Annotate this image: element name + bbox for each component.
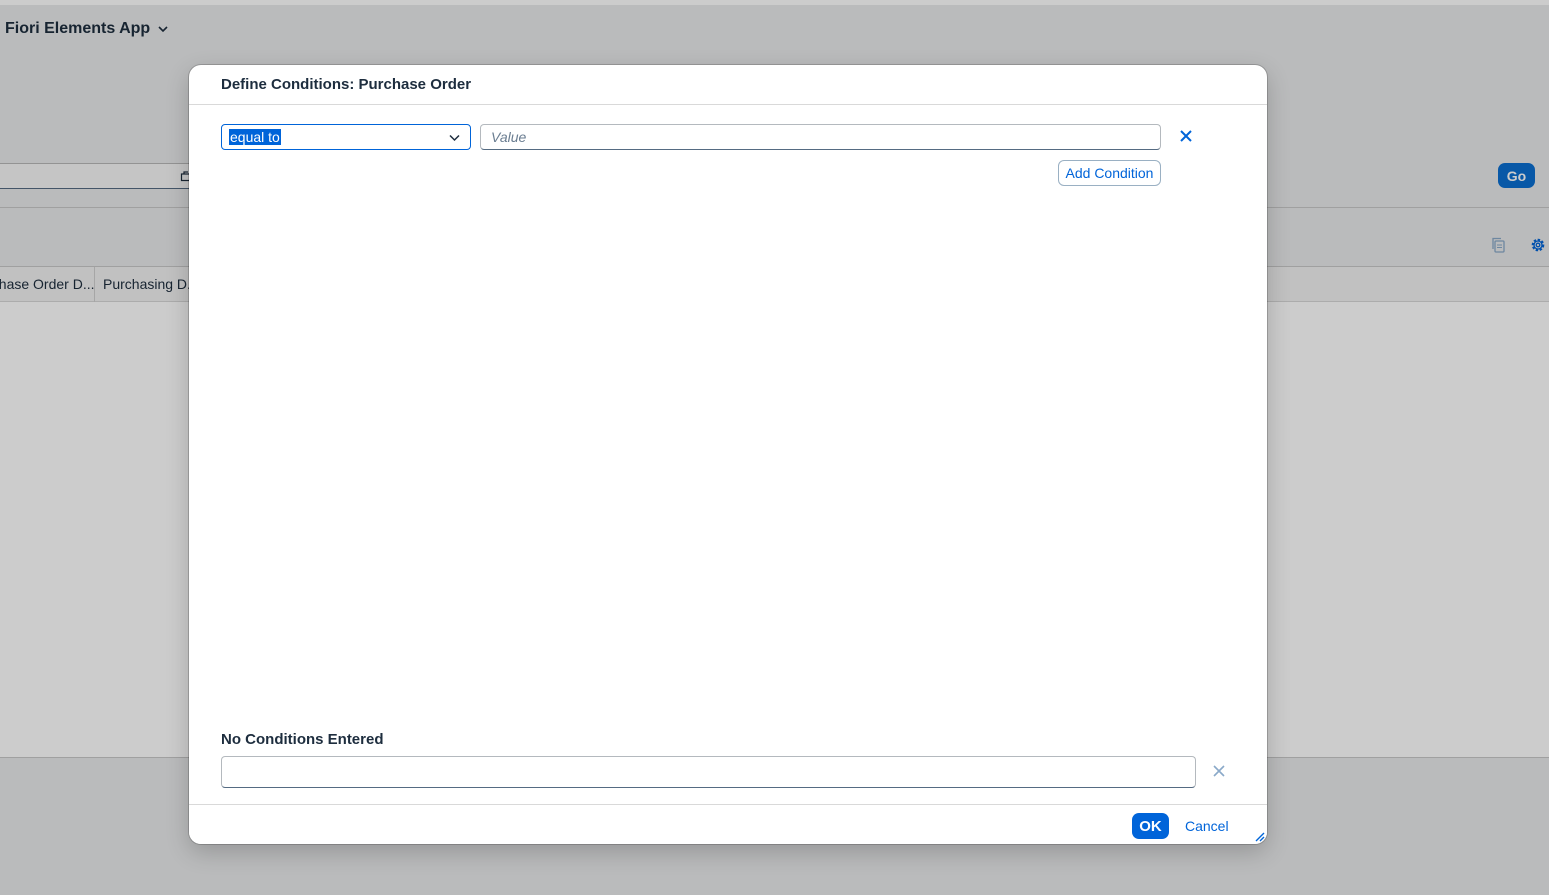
dialog-footer: OK Cancel (189, 804, 1267, 844)
chevron-down-icon[interactable] (448, 131, 461, 144)
close-icon[interactable] (1178, 128, 1194, 144)
cancel-button[interactable]: Cancel (1179, 813, 1235, 839)
dialog-title: Define Conditions: Purchase Order (221, 76, 472, 93)
close-icon[interactable] (1212, 764, 1226, 778)
conditions-tokenizer[interactable] (221, 756, 1196, 788)
value-input[interactable] (480, 124, 1161, 150)
operator-select[interactable]: equal to (221, 124, 471, 150)
operator-value: equal to (229, 129, 281, 145)
dialog-header: Define Conditions: Purchase Order (189, 65, 1267, 105)
add-condition-button[interactable]: Add Condition (1058, 160, 1161, 186)
define-conditions-dialog: Define Conditions: Purchase Order equal … (189, 65, 1267, 844)
ok-button[interactable]: OK (1132, 813, 1169, 839)
conditions-summary-label: No Conditions Entered (221, 731, 384, 748)
resize-icon[interactable] (1253, 830, 1265, 842)
